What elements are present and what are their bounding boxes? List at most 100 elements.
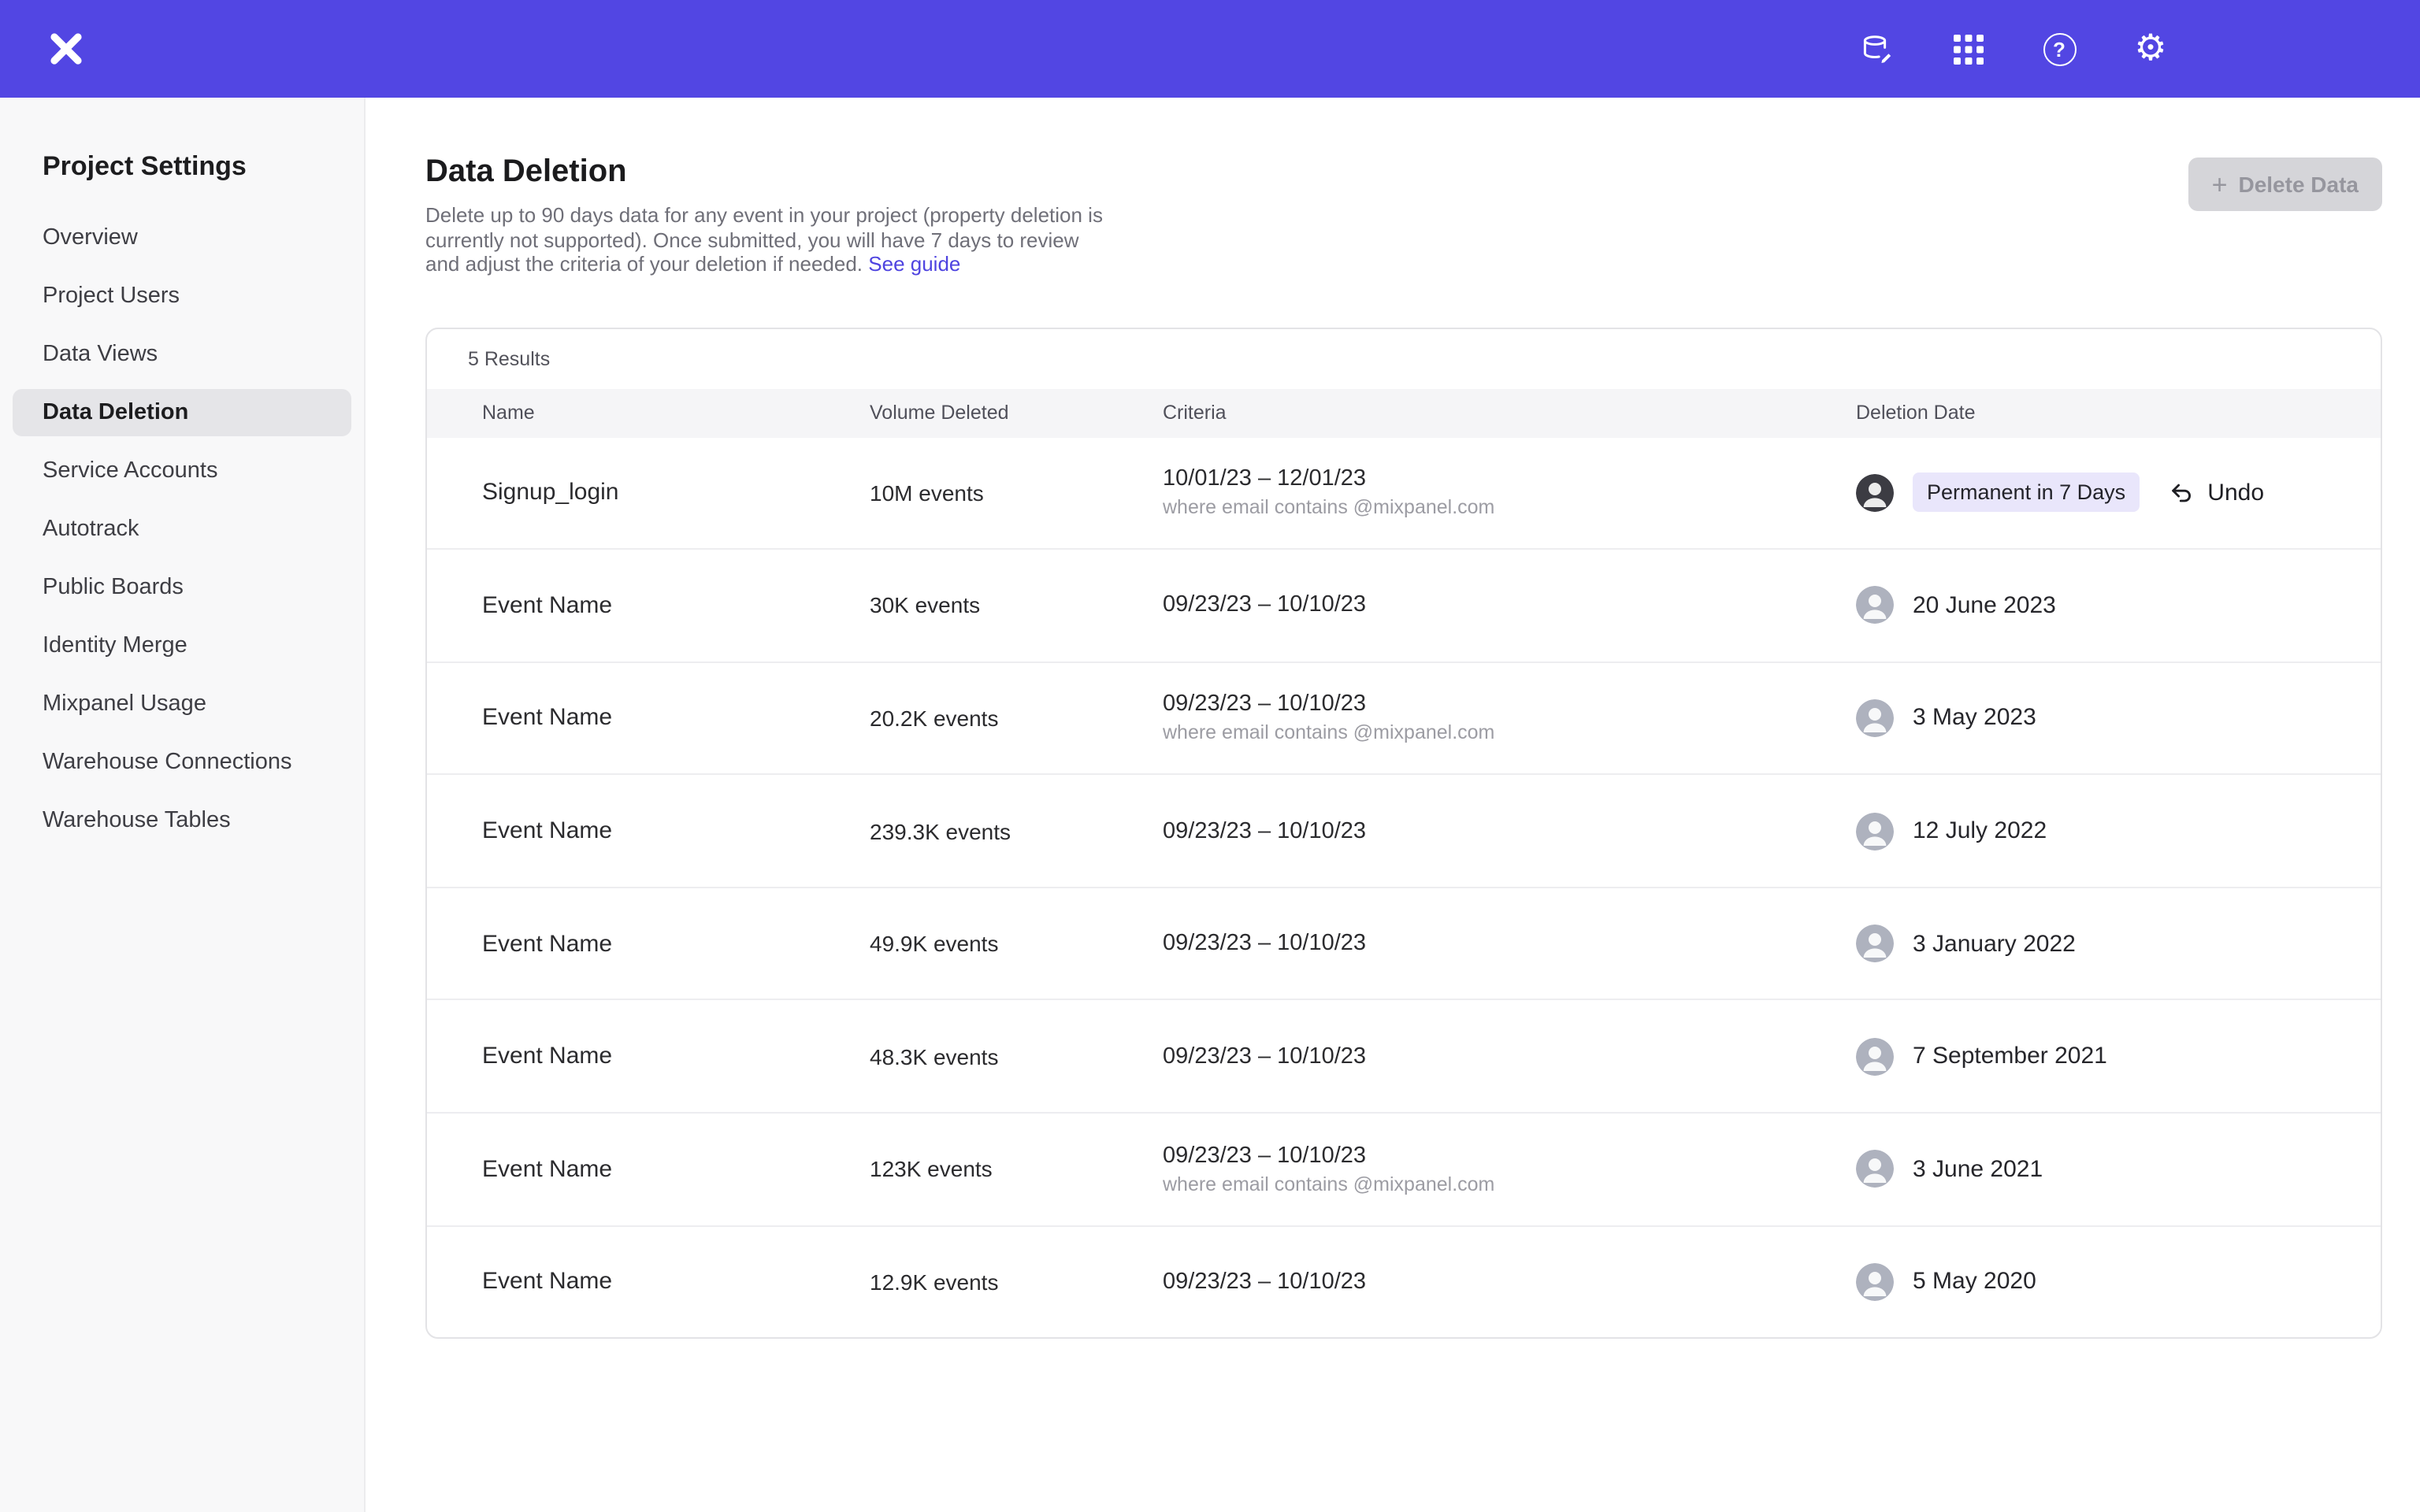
row-event-name: Event Name (482, 1156, 870, 1183)
sidebar-item-label: Autotrack (43, 517, 139, 542)
sidebar-item-autotrack[interactable]: Autotrack (13, 506, 351, 553)
row-volume-deleted: 30K events (870, 593, 1163, 618)
topbar-actions: ? ⚙ (1850, 22, 2420, 76)
page-title: Data Deletion (425, 154, 2382, 191)
deletion-date: 7 September 2021 (1913, 1043, 2107, 1070)
row-deletion-date-cell: 3 May 2023 (1856, 699, 2381, 737)
main-content: Data Deletion Delete up to 90 days data … (366, 98, 2420, 1512)
row-deletion-date-cell: 20 June 2023 (1856, 587, 2381, 624)
table-row: Event Name 30K events 09/23/23 – 10/10/2… (427, 550, 2381, 662)
sidebar-item-data-deletion[interactable]: Data Deletion (13, 389, 351, 436)
mixpanel-logo[interactable] (43, 25, 90, 72)
settings-icon[interactable]: ⚙ (2124, 22, 2177, 76)
table-header-row: Name Volume Deleted Criteria Deletion Da… (427, 388, 2381, 437)
delete-data-button-label: Delete Data (2238, 172, 2359, 197)
row-volume-deleted: 49.9K events (870, 931, 1163, 956)
page-description: Delete up to 90 days data for any event … (425, 203, 1119, 276)
sidebar-item-project-users[interactable]: Project Users (13, 272, 351, 320)
row-criteria-filter: where email contains @mixpanel.com (1163, 497, 1856, 519)
help-icon[interactable]: ? (2032, 22, 2086, 76)
table-row: Event Name 239.3K events 09/23/23 – 10/1… (427, 776, 2381, 888)
sidebar-item-label: Identity Merge (43, 633, 187, 658)
sidebar-item-mixpanel-usage[interactable]: Mixpanel Usage (13, 680, 351, 728)
row-criteria-filter: where email contains @mixpanel.com (1163, 722, 1856, 744)
see-guide-link[interactable]: See guide (868, 252, 960, 276)
data-management-icon[interactable] (1850, 22, 1903, 76)
row-criteria: 10/01/23 – 12/01/23 where email contains… (1163, 467, 1856, 519)
sidebar-nav: Overview Project Users Data Views Data D… (0, 214, 364, 844)
sidebar-item-warehouse-tables[interactable]: Warehouse Tables (13, 797, 351, 844)
row-event-name: Event Name (482, 1043, 870, 1070)
sidebar-item-label: Data Views (43, 342, 158, 367)
row-criteria: 09/23/23 – 10/10/23 where email contains… (1163, 1143, 1856, 1195)
sidebar-item-label: Warehouse Tables (43, 808, 231, 833)
avatar (1856, 699, 1894, 737)
undo-icon (2168, 480, 2195, 506)
row-criteria-range: 09/23/23 – 10/10/23 (1163, 1269, 1856, 1295)
sidebar-item-public-boards[interactable]: Public Boards (13, 564, 351, 611)
avatar (1856, 925, 1894, 962)
column-header-criteria: Criteria (1163, 402, 1856, 424)
row-deletion-date-cell: 3 June 2021 (1856, 1151, 2381, 1188)
table-row: Event Name 20.2K events 09/23/23 – 10/10… (427, 662, 2381, 775)
row-volume-deleted: 20.2K events (870, 706, 1163, 731)
sidebar-item-label: Data Deletion (43, 400, 188, 425)
table-row: Event Name 123K events 09/23/23 – 10/10/… (427, 1114, 2381, 1226)
table-row: Signup_login 10M events 10/01/23 – 12/01… (427, 437, 2381, 550)
column-header-name: Name (482, 402, 870, 424)
avatar (1856, 587, 1894, 624)
avatar (1856, 1263, 1894, 1301)
row-volume-deleted: 123K events (870, 1157, 1163, 1182)
deletion-date: 3 May 2023 (1913, 705, 2036, 732)
deletion-date: 12 July 2022 (1913, 817, 2047, 844)
undo-label: Undo (2207, 480, 2264, 506)
deletion-date: 3 June 2021 (1913, 1156, 2043, 1183)
deletion-date: 20 June 2023 (1913, 592, 2056, 619)
row-criteria-range: 09/23/23 – 10/10/23 (1163, 593, 1856, 618)
sidebar-item-warehouse-connections[interactable]: Warehouse Connections (13, 739, 351, 786)
question-mark-icon: ? (2043, 32, 2076, 65)
topbar: ? ⚙ (0, 0, 2420, 98)
table-row: Event Name 49.9K events 09/23/23 – 10/10… (427, 888, 2381, 1001)
row-criteria-range: 09/23/23 – 10/10/23 (1163, 1044, 1856, 1069)
undo-button[interactable]: Undo (2168, 480, 2264, 506)
row-criteria-filter: where email contains @mixpanel.com (1163, 1173, 1856, 1195)
sidebar-item-overview[interactable]: Overview (13, 214, 351, 261)
sidebar-item-label: Service Accounts (43, 458, 217, 484)
row-criteria: 09/23/23 – 10/10/23 (1163, 593, 1856, 618)
column-header-volume-deleted: Volume Deleted (870, 402, 1163, 424)
sidebar-item-label: Overview (43, 225, 138, 250)
row-event-name: Event Name (482, 930, 870, 957)
row-deletion-date-cell: 5 May 2020 (1856, 1263, 2381, 1301)
row-criteria-range: 09/23/23 – 10/10/23 (1163, 1143, 1856, 1169)
sidebar-item-label: Mixpanel Usage (43, 691, 206, 717)
row-criteria-range: 09/23/23 – 10/10/23 (1163, 692, 1856, 717)
row-criteria: 09/23/23 – 10/10/23 (1163, 1269, 1856, 1295)
sidebar: Project Settings Overview Project Users … (0, 98, 366, 1512)
deletion-date: 3 January 2022 (1913, 930, 2076, 957)
delete-data-button[interactable]: + Delete Data (2188, 158, 2382, 211)
row-criteria-range: 09/23/23 – 10/10/23 (1163, 931, 1856, 956)
table-body: Signup_login 10M events 10/01/23 – 12/01… (427, 437, 2381, 1338)
deletion-table-card: 5 Results Name Volume Deleted Criteria D… (425, 327, 2382, 1340)
row-event-name: Event Name (482, 705, 870, 732)
sidebar-title: Project Settings (43, 151, 364, 183)
sidebar-item-identity-merge[interactable]: Identity Merge (13, 622, 351, 669)
sidebar-item-service-accounts[interactable]: Service Accounts (13, 447, 351, 495)
row-volume-deleted: 48.3K events (870, 1044, 1163, 1069)
sidebar-item-data-views[interactable]: Data Views (13, 331, 351, 378)
table-row: Event Name 12.9K events 09/23/23 – 10/10… (427, 1226, 2381, 1337)
row-deletion-date-cell: 12 July 2022 (1856, 812, 2381, 850)
apps-grid-icon[interactable] (1941, 22, 1995, 76)
results-count: 5 Results (427, 328, 2381, 388)
row-event-name: Event Name (482, 1269, 870, 1295)
avatar (1856, 812, 1894, 850)
table-row: Event Name 48.3K events 09/23/23 – 10/10… (427, 1001, 2381, 1114)
avatar (1856, 1038, 1894, 1076)
row-volume-deleted: 10M events (870, 480, 1163, 506)
row-event-name: Event Name (482, 817, 870, 844)
row-deletion-date-cell: 3 January 2022 (1856, 925, 2381, 962)
row-event-name: Event Name (482, 592, 870, 619)
avatar (1856, 474, 1894, 512)
gear-icon: ⚙ (2134, 31, 2166, 67)
